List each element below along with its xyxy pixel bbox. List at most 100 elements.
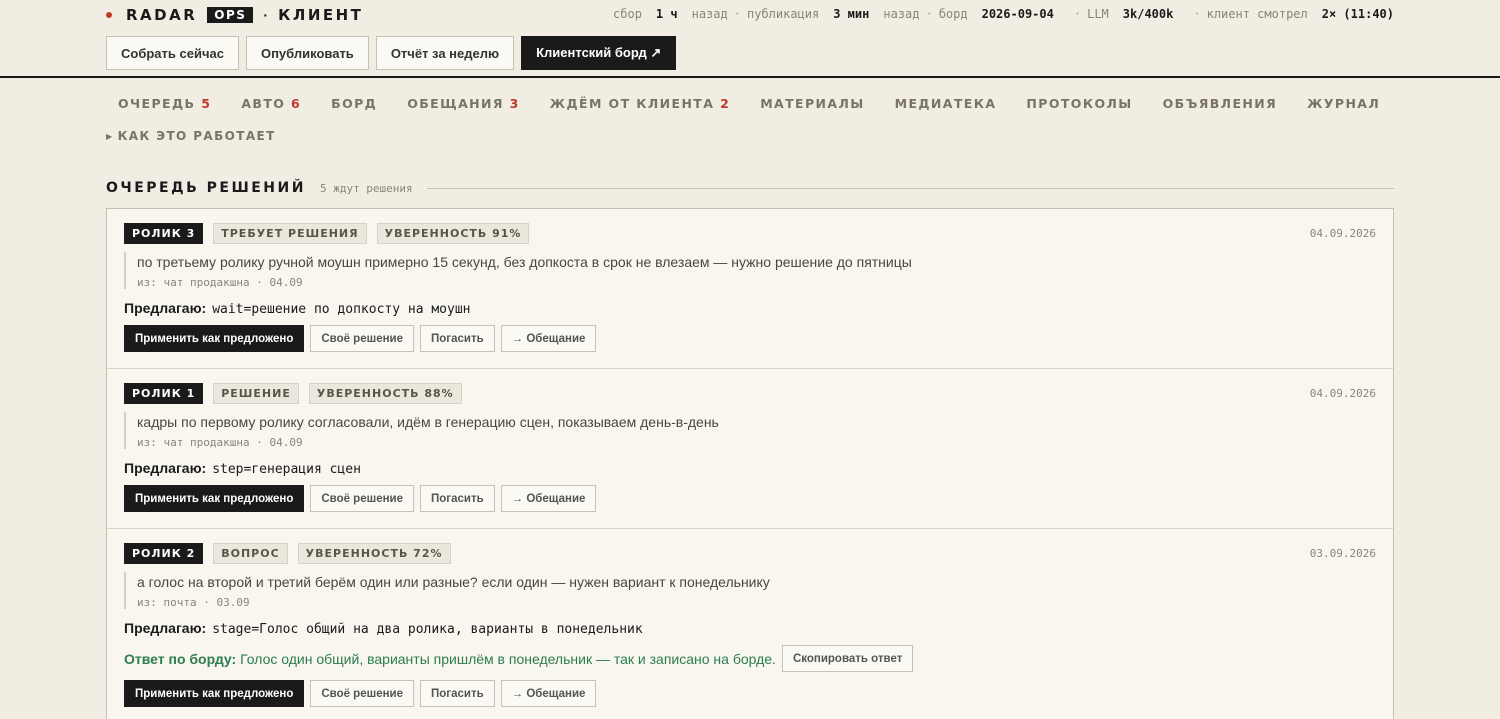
suggestion-value: wait=решение по допкосту на моушн <box>212 302 471 317</box>
queue-card: РОЛИК 3 ТРЕБУЕТ РЕШЕНИЯ УВЕРЕННОСТЬ 91% … <box>107 209 1393 369</box>
card-tags: РОЛИК 2 ВОПРОС УВЕРЕННОСТЬ 72% <box>124 543 1376 564</box>
status-publish-value: 3 мин <box>833 7 870 21</box>
tab-queue[interactable]: ОЧЕРЕДЬ 5 <box>118 96 211 111</box>
how-it-works-label: КАК ЭТО РАБОТАЕТ <box>117 129 276 143</box>
top-bar: RADAR OPS · КЛИЕНТ сбор 1 ч назад · публ… <box>0 0 1500 78</box>
card-tags: РОЛИК 1 РЕШЕНИЕ УВЕРЕННОСТЬ 88% <box>124 383 1376 404</box>
status-publish-suffix: назад <box>883 7 920 21</box>
clip-tag: РОЛИК 2 <box>124 543 204 564</box>
card-tags: РОЛИК 3 ТРЕБУЕТ РЕШЕНИЯ УВЕРЕННОСТЬ 91% <box>124 223 1376 244</box>
status-publish-label: публикация <box>746 7 820 21</box>
dismiss-button[interactable]: Погасить <box>420 680 495 707</box>
suggestion-label: Предлагаю: <box>124 460 207 476</box>
section-header: ОЧЕРЕДЬ РЕШЕНИЙ 5 ждут решения <box>106 180 1394 196</box>
tab-waiting-label: ЖДЁМ ОТ КЛИЕНТА <box>549 96 715 111</box>
type-tag: ВОПРОС <box>213 543 288 564</box>
brand-badge: OPS <box>207 7 254 23</box>
card-date: 04.09.2026 <box>1309 227 1376 240</box>
publish-button[interactable]: Опубликовать <box>245 36 369 70</box>
tab-board[interactable]: БОРД <box>331 96 377 111</box>
client-board-button[interactable]: Клиентский борд ↗ <box>521 36 677 70</box>
tab-promises-count: 3 <box>509 96 520 111</box>
quote-source: из: почта · 03.09 <box>137 596 250 609</box>
brand-client: КЛИЕНТ <box>278 6 364 24</box>
status-collect-value: 1 ч <box>655 7 678 21</box>
dismiss-button[interactable]: Погасить <box>420 325 495 352</box>
status-collect-label: сбор <box>613 7 642 21</box>
tab-media[interactable]: МЕДИАТЕКА <box>895 96 997 111</box>
status-dot-icon <box>106 12 112 18</box>
clip-tag: РОЛИК 1 <box>124 383 204 404</box>
card-quote: а голос на второй и третий берём один ил… <box>124 572 1376 609</box>
apply-suggested-button[interactable]: Применить как предложено <box>124 485 305 512</box>
suggestion-value: stage=Голос общий на два ролика, вариант… <box>212 622 643 637</box>
own-decision-button[interactable]: Своё решение <box>310 680 414 707</box>
status-board-label: борд <box>938 7 968 21</box>
status-llm-value: 3k/400k <box>1122 7 1174 21</box>
card-quote: кадры по первому ролику согласовали, идё… <box>124 412 1376 449</box>
tab-promises[interactable]: ОБЕЩАНИЯ 3 <box>407 96 520 111</box>
type-tag: ТРЕБУЕТ РЕШЕНИЯ <box>213 223 367 244</box>
to-promise-button[interactable]: → Обещание <box>500 485 597 512</box>
brand-separator: · <box>263 7 269 23</box>
tab-materials[interactable]: МАТЕРИАЛЫ <box>760 96 864 111</box>
dismiss-button[interactable]: Погасить <box>420 485 495 512</box>
status-collect-suffix: назад <box>691 7 728 21</box>
tab-auto[interactable]: АВТО 6 <box>241 96 301 111</box>
suggestion-value: step=генерация сцен <box>212 462 361 477</box>
suggestion: Предлагаю: wait=решение по допкосту на м… <box>124 300 1376 317</box>
tab-journal[interactable]: ЖУРНАЛ <box>1307 96 1380 111</box>
board-answer-text: Голос один общий, варианты пришлём в пон… <box>240 650 776 667</box>
tab-announcements[interactable]: ОБЪЯВЛЕНИЯ <box>1163 96 1278 111</box>
separator-dot: · <box>1193 7 1201 21</box>
tab-auto-count: 6 <box>291 96 302 111</box>
confidence-tag: УВЕРЕННОСТЬ 88% <box>308 383 462 404</box>
status-client-value: 2× (11:40) <box>1321 7 1394 21</box>
confidence-tag: УВЕРЕННОСТЬ 72% <box>297 543 451 564</box>
tab-auto-label: АВТО <box>241 96 286 111</box>
own-decision-button[interactable]: Своё решение <box>310 325 414 352</box>
own-decision-button[interactable]: Своё решение <box>310 485 414 512</box>
quote-source: из: чат продакшна · 04.09 <box>137 276 303 289</box>
decision-queue: РОЛИК 3 ТРЕБУЕТ РЕШЕНИЯ УВЕРЕННОСТЬ 91% … <box>106 208 1394 719</box>
tab-promises-label: ОБЕЩАНИЯ <box>407 96 504 111</box>
how-it-works-toggle[interactable]: ▶ КАК ЭТО РАБОТАЕТ <box>106 129 276 143</box>
tab-waiting-client[interactable]: ЖДЁМ ОТ КЛИЕНТА 2 <box>550 96 730 111</box>
separator-dot: · <box>1073 7 1082 21</box>
quote-source: из: чат продакшна · 04.09 <box>137 436 303 449</box>
action-toolbar: Собрать сейчас Опубликовать Отчёт за нед… <box>106 36 677 70</box>
brand-name: RADAR <box>126 6 198 24</box>
suggestion-label: Предлагаю: <box>124 620 207 636</box>
status-board-value: 2026-09-04 <box>981 7 1054 21</box>
card-actions: Применить как предложено Своё решение По… <box>124 485 1376 512</box>
brand: RADAR OPS · КЛИЕНТ <box>106 6 363 24</box>
main-nav: ОЧЕРЕДЬ 5 АВТО 6 БОРД ОБЕЩАНИЯ 3 ЖДЁМ ОТ… <box>118 96 1380 111</box>
to-promise-button[interactable]: → Обещание <box>500 325 597 352</box>
section-divider <box>426 187 1394 189</box>
tab-waiting-count: 2 <box>720 96 731 111</box>
weekly-report-button[interactable]: Отчёт за неделю <box>375 36 515 70</box>
section-subtitle: 5 ждут решения <box>319 181 413 195</box>
card-actions: Применить как предложено Своё решение По… <box>124 325 1376 352</box>
status-client-label: клиент смотрел <box>1206 7 1308 21</box>
separator-dot: · <box>733 7 741 21</box>
type-tag: РЕШЕНИЕ <box>213 383 299 404</box>
card-date: 03.09.2026 <box>1309 547 1376 560</box>
status-llm-label: LLM <box>1087 7 1109 21</box>
quote-text: а голос на второй и третий берём один ил… <box>137 574 770 590</box>
suggestion-label: Предлагаю: <box>124 300 207 316</box>
copy-answer-button[interactable]: Скопировать ответ <box>781 645 914 672</box>
quote-text: кадры по первому ролику согласовали, идё… <box>137 414 719 430</box>
apply-suggested-button[interactable]: Применить как предложено <box>124 325 305 352</box>
apply-suggested-button[interactable]: Применить как предложено <box>124 680 305 707</box>
tab-protocols[interactable]: ПРОТОКОЛЫ <box>1026 96 1132 111</box>
collect-now-button[interactable]: Собрать сейчас <box>106 36 239 70</box>
suggestion: Предлагаю: step=генерация сцен <box>124 460 1376 477</box>
to-promise-button[interactable]: → Обещание <box>500 680 597 707</box>
tab-queue-label: ОЧЕРЕДЬ <box>118 96 196 111</box>
quote-text: по третьему ролику ручной моушн примерно… <box>137 254 912 270</box>
queue-card: РОЛИК 1 РЕШЕНИЕ УВЕРЕННОСТЬ 88% 04.09.20… <box>107 369 1393 529</box>
board-answer-label: Ответ по борду: <box>124 650 237 667</box>
clip-tag: РОЛИК 3 <box>124 223 204 244</box>
card-date: 04.09.2026 <box>1309 387 1376 400</box>
